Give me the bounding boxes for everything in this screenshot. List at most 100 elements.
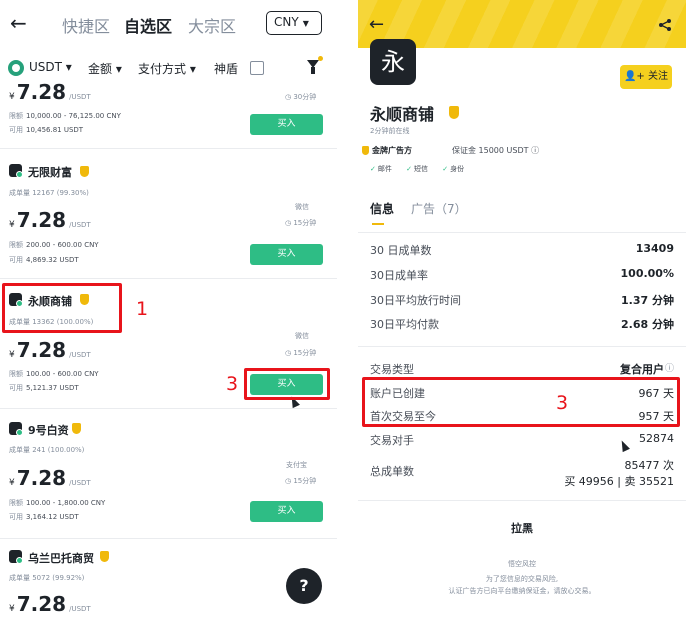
gold-medal-icon — [362, 146, 369, 155]
market-header: ← 快捷区 自选区 大宗区 CNY ▼ — [0, 0, 337, 48]
payment-label: 支付方式 — [138, 62, 187, 76]
available-value: 10,456.81 USDT — [26, 126, 84, 134]
payment-method: 微信 — [295, 203, 309, 211]
buy-button[interactable]: 买入 — [250, 501, 323, 522]
price-value: 7.28 — [16, 338, 67, 362]
order-stats: 成单量 12167 (99.30%) — [9, 189, 89, 197]
stat-value: 1.37 分钟 — [621, 294, 674, 307]
stat-label: 30日成单率 — [370, 269, 428, 282]
limit-label: 限额 — [9, 370, 23, 378]
back-arrow-icon[interactable]: ← — [369, 14, 384, 35]
verified-badge-icon — [72, 423, 81, 434]
info-icon[interactable]: ⓘ — [531, 146, 539, 155]
limit-value: 200.00 - 600.00 CNY — [26, 241, 99, 249]
follow-button[interactable]: 👤+ 关注 — [620, 65, 672, 89]
filter-dot-icon — [318, 56, 323, 61]
limit-line: 限额 200.00 - 600.00 CNY — [9, 240, 99, 250]
tab-block[interactable]: 大宗区 — [188, 13, 236, 37]
verification-sms: ✓ 短信 — [406, 165, 428, 173]
chevron-down-icon: ▼ — [302, 19, 309, 28]
available-label: 可用 — [9, 126, 23, 134]
detail-value: 85477 次 — [624, 459, 675, 472]
risk-control-title: 悟空风控 — [508, 560, 536, 568]
order-stats: 成单量 241 (100.00%) — [9, 446, 85, 454]
verification-label: 邮件 — [377, 165, 392, 173]
asset-label: USDT — [29, 60, 62, 74]
merchant-name: 永顺商铺 — [370, 105, 435, 124]
limit-label: 限额 — [9, 112, 23, 120]
available-value: 3,164.12 USDT — [26, 513, 79, 521]
stat-label: 30日平均付款 — [370, 318, 439, 331]
risk-notice-line: 认证广告方已向平台缴纳保证金，请放心交易。 — [448, 587, 596, 595]
tab-custom[interactable]: 自选区 — [124, 13, 172, 37]
available-label: 可用 — [9, 384, 23, 392]
risk-notice-line: 为了您信息的交易风险, — [485, 575, 559, 583]
avatar — [9, 550, 23, 564]
currency-symbol: ¥ — [9, 92, 15, 102]
buy-button[interactable]: 买入 — [250, 114, 323, 135]
stat-value: 100.00% — [620, 267, 674, 280]
detail-value: 52874 — [639, 432, 674, 445]
payment-filter[interactable]: 支付方式 ▾ — [138, 60, 196, 77]
price-unit: /USDT — [69, 221, 91, 229]
follow-label: 关注 — [648, 71, 669, 82]
annotation-label-3: 3 — [556, 392, 569, 414]
stat-value: 2.68 分钟 — [621, 318, 674, 331]
divider — [358, 232, 686, 233]
order-stats: 成单量 5072 (99.92%) — [9, 574, 85, 582]
help-button[interactable]: ? — [286, 568, 322, 604]
divider — [358, 346, 686, 347]
amount-label: 金额 — [88, 62, 113, 76]
divider — [0, 148, 337, 149]
merchant-avatar: 永 — [370, 39, 416, 85]
price-unit: /USDT — [69, 605, 91, 613]
detail-value: 复合用户 — [620, 363, 664, 376]
filter-icon[interactable] — [307, 60, 319, 74]
deposit-value: 保证金 15000 USDT — [452, 146, 529, 155]
limit-value: 10,000.00 - 76,125.00 CNY — [26, 112, 121, 120]
pay-time: ◷ 15分钟 — [285, 349, 317, 357]
price-value: 7.28 — [16, 80, 67, 104]
tab-ads[interactable]: 广告（7） — [411, 200, 467, 217]
available-label: 可用 — [9, 256, 23, 264]
shield-checkbox[interactable] — [250, 61, 264, 75]
pay-time: ◷ 30分钟 — [285, 93, 317, 101]
annotation-label-3: 3 — [226, 373, 239, 395]
available-value: 4,869.32 USDT — [26, 256, 79, 264]
mouse-cursor-icon — [618, 438, 630, 453]
tab-info[interactable]: 信息 — [370, 200, 394, 217]
divider — [0, 408, 337, 409]
price-value: 7.28 — [16, 466, 67, 490]
limit-line: 限额 100.00 - 600.00 CNY — [9, 369, 99, 379]
back-arrow-icon[interactable]: ← — [10, 11, 27, 35]
payment-method: 微信 — [295, 332, 309, 340]
verified-badge-icon — [100, 551, 109, 562]
gold-advertiser-label: 金牌广告方 — [372, 146, 412, 155]
price-unit: /USDT — [69, 351, 91, 359]
price-unit: /USDT — [69, 479, 91, 487]
stat-value: 13409 — [635, 242, 674, 255]
price-value: 7.28 — [16, 208, 67, 232]
listing-price: ¥7.28/USDT — [9, 466, 91, 490]
buy-button[interactable]: 买入 — [250, 244, 323, 265]
merchant-name[interactable]: 无限财富 — [28, 164, 72, 180]
share-icon[interactable] — [658, 18, 672, 32]
currency-symbol: ¥ — [9, 478, 15, 488]
amount-filter[interactable]: 金额 ▾ — [88, 60, 122, 77]
asset-filter[interactable]: USDT ▾ — [29, 60, 72, 74]
block-button[interactable]: 拉黑 — [358, 520, 686, 536]
tab-quick[interactable]: 快捷区 — [62, 13, 110, 37]
merchant-name[interactable]: 9号白资 — [28, 422, 69, 438]
active-tab-indicator — [372, 223, 384, 225]
listing-price: ¥7.28/USDT — [9, 592, 91, 616]
merchant-name[interactable]: 乌兰巴托商贸 — [28, 550, 94, 566]
limit-value: 100.00 - 600.00 CNY — [26, 370, 99, 378]
currency-select[interactable]: CNY ▼ — [266, 11, 322, 35]
currency-symbol: ¥ — [9, 350, 15, 360]
add-user-icon: 👤+ — [623, 71, 645, 82]
info-icon[interactable]: ⓘ — [665, 361, 674, 374]
annotation-box-3 — [244, 368, 330, 400]
buy-sell-value: 买 49956 | 卖 35521 — [564, 475, 674, 488]
detail-label: 交易对手 — [370, 434, 414, 447]
available-label: 可用 — [9, 513, 23, 521]
